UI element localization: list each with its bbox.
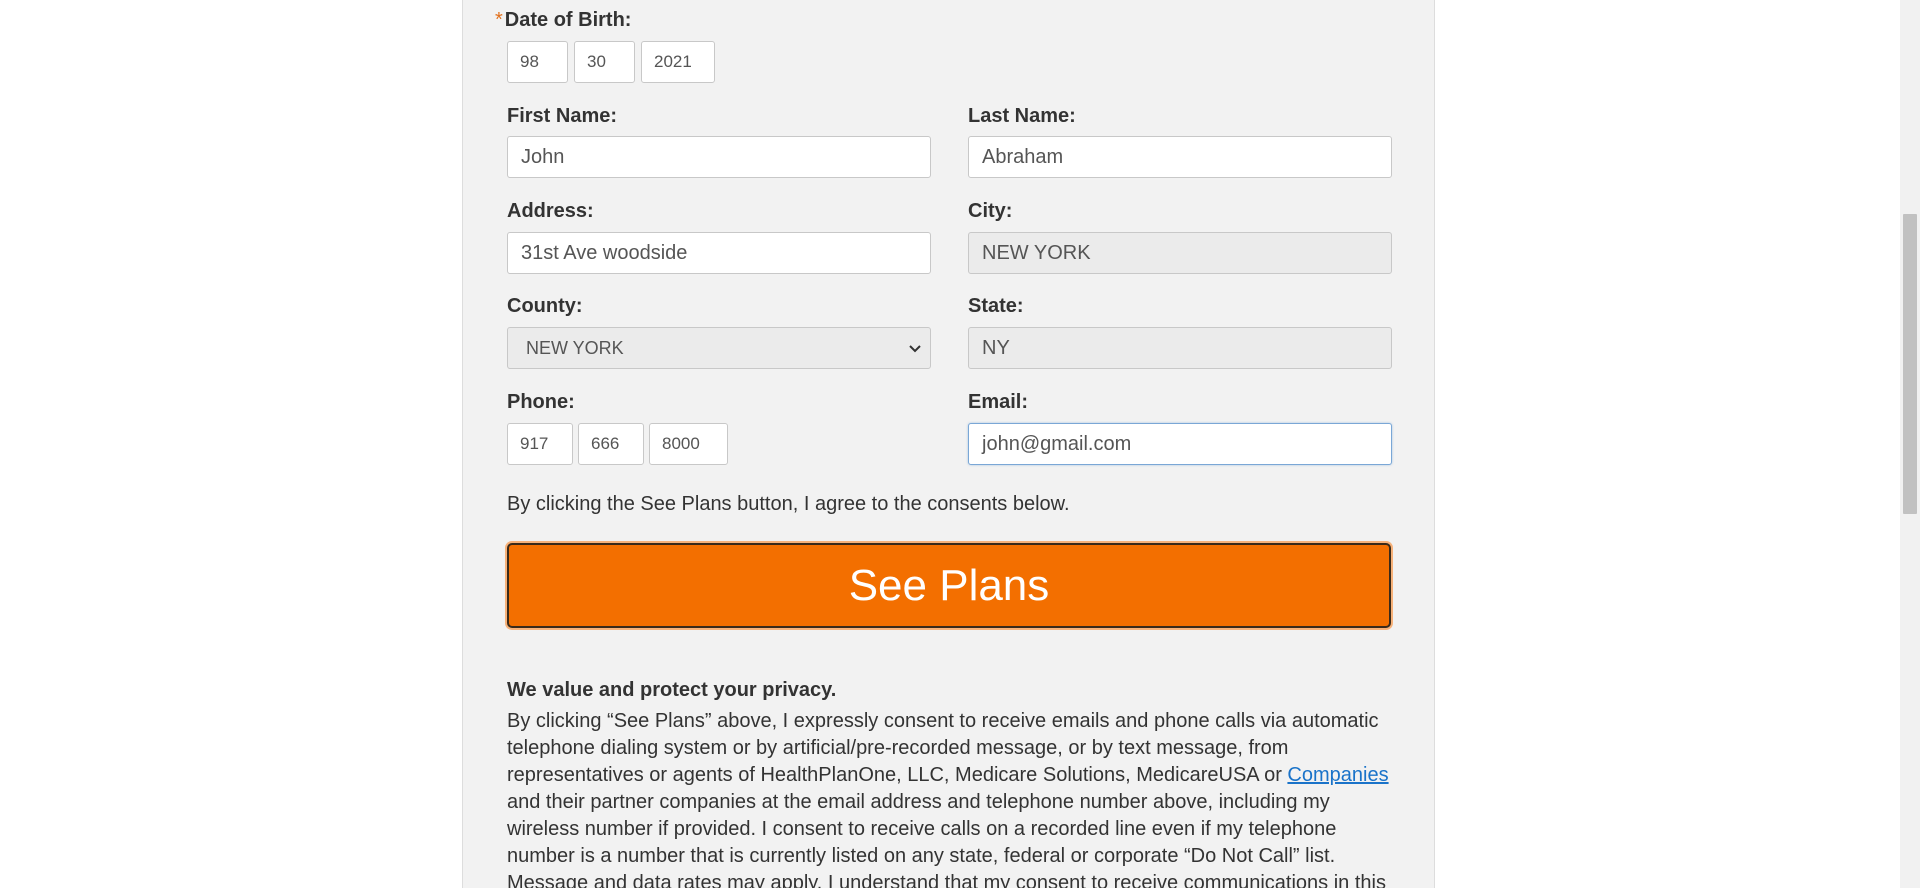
companies-link[interactable]: Companies — [1287, 764, 1388, 786]
privacy-text-part2: and their partner companies at the email… — [507, 791, 1386, 888]
phone-prefix-input[interactable]: 666 — [578, 423, 644, 465]
email-input[interactable]: john@gmail.com — [968, 423, 1392, 465]
city-input[interactable]: NEW YORK — [968, 232, 1392, 274]
privacy-title: We value and protect your privacy. — [507, 679, 837, 701]
phone-area-code-input[interactable]: 917 — [507, 423, 573, 465]
county-select[interactable]: NEW YORK — [507, 327, 931, 369]
city-label: City: — [968, 200, 1013, 222]
scrollbar-thumb[interactable] — [1903, 214, 1917, 514]
address-input[interactable]: 31st Ave woodside — [507, 232, 931, 274]
email-label: Email: — [968, 391, 1029, 413]
see-plans-button[interactable]: See Plans — [507, 543, 1391, 628]
first-name-input[interactable]: John — [507, 136, 931, 178]
privacy-text-part1: By clicking “See Plans” above, I express… — [507, 710, 1379, 786]
dob-day-input[interactable]: 30 — [574, 41, 635, 83]
dob-label-text: Date of Birth: — [504, 9, 632, 31]
dob-month-input[interactable]: 98 — [507, 41, 568, 83]
phone-line-input[interactable]: 8000 — [649, 423, 728, 465]
dob-label: * Date of Birth: — [495, 9, 631, 32]
privacy-consent-text: By clicking “See Plans” above, I express… — [507, 708, 1391, 888]
address-label: Address: — [507, 200, 594, 222]
last-name-label: Last Name: — [968, 105, 1076, 127]
last-name-input[interactable]: Abraham — [968, 136, 1392, 178]
county-label: County: — [507, 295, 583, 317]
consent-notice: By clicking the See Plans button, I agre… — [507, 493, 1070, 515]
dob-year-input[interactable]: 2021 — [641, 41, 715, 83]
first-name-label: First Name: — [507, 105, 618, 127]
county-select-value: NEW YORK — [526, 338, 624, 358]
state-input[interactable]: NY — [968, 327, 1392, 369]
page-scrollbar[interactable] — [1900, 0, 1920, 888]
phone-label: Phone: — [507, 391, 575, 413]
required-mark: * — [495, 9, 503, 31]
form-panel: * Date of Birth: 98 30 2021 First Name: L… — [462, 0, 1435, 888]
chevron-down-icon — [909, 345, 921, 353]
state-label: State: — [968, 295, 1024, 317]
